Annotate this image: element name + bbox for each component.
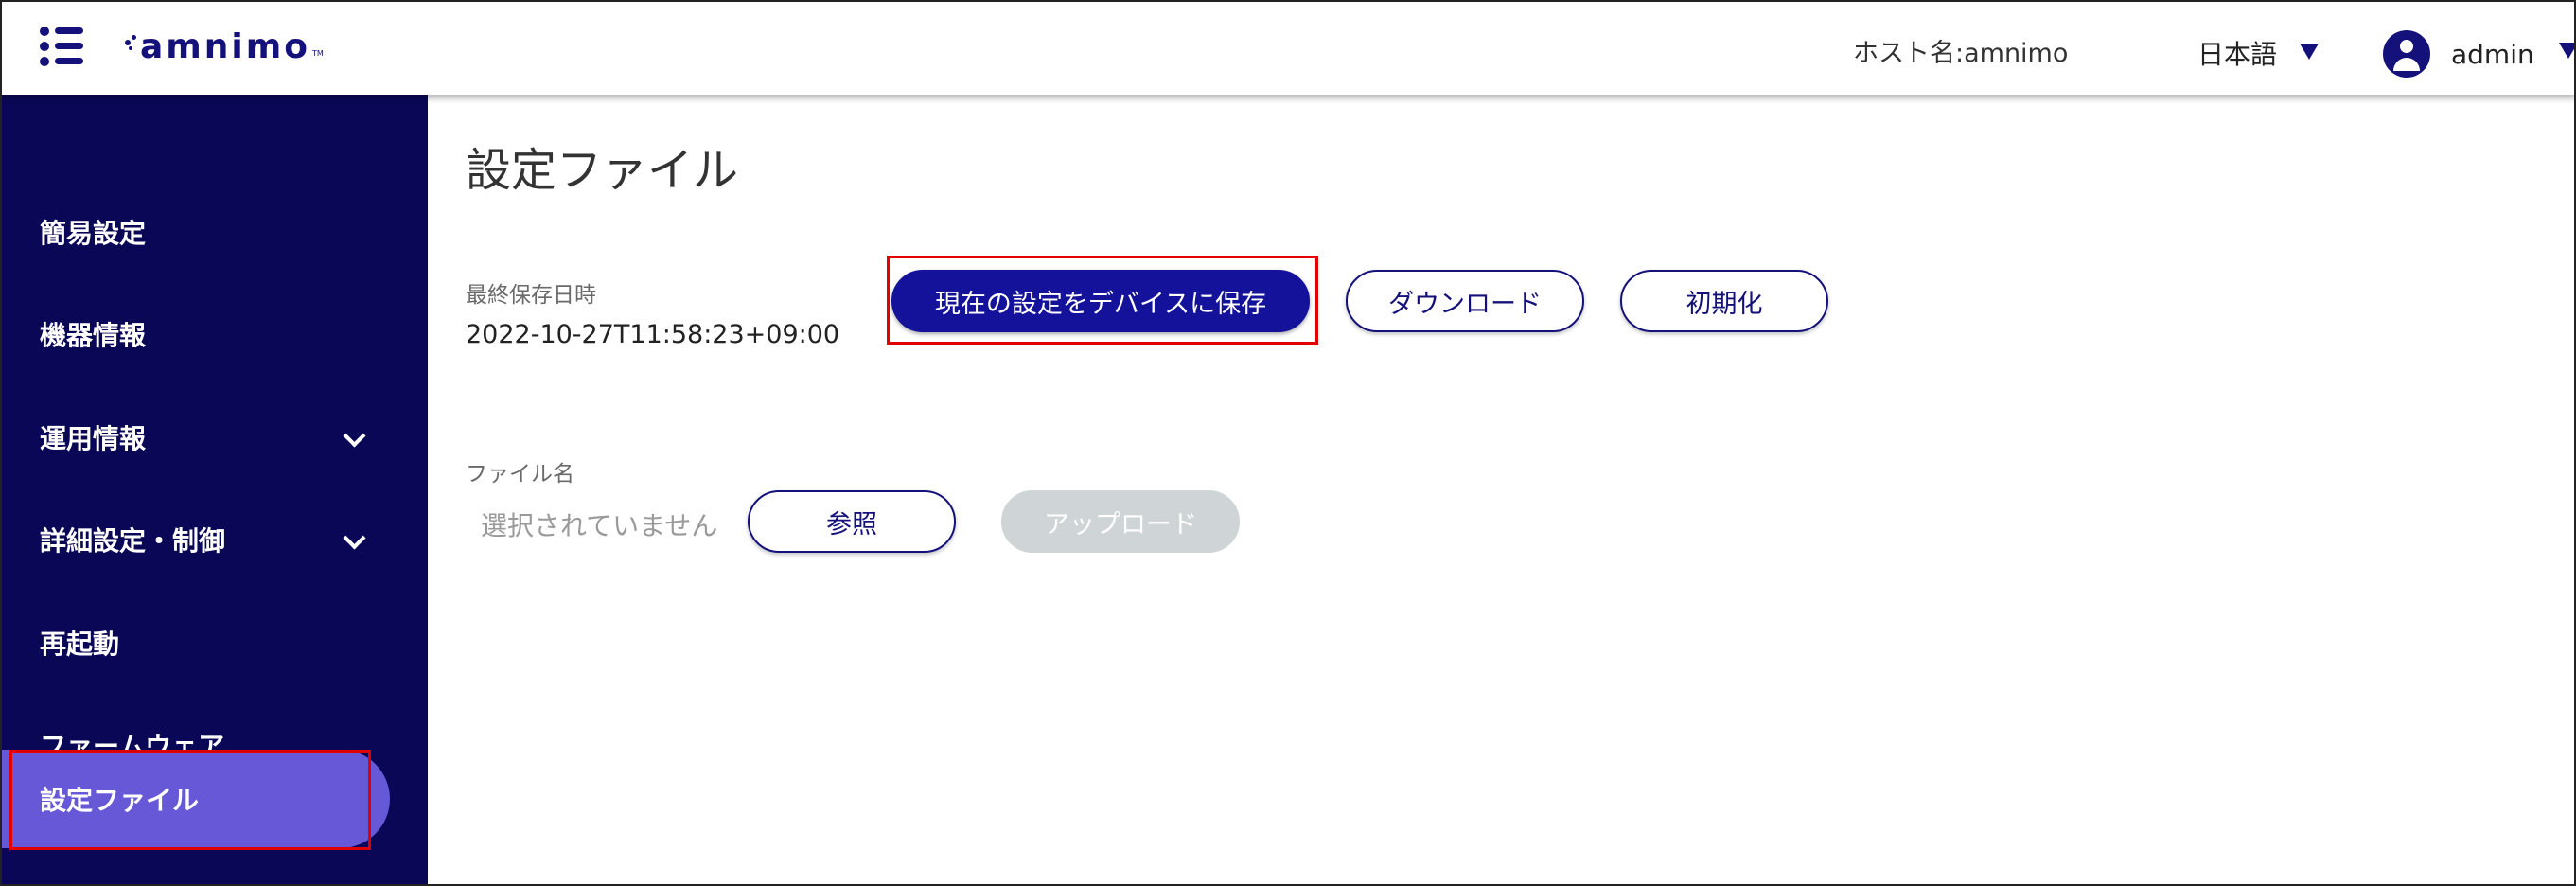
caret-down-icon <box>2300 43 2320 60</box>
sidebar-item-label: 再起動 <box>40 629 120 660</box>
browse-button[interactable]: 参照 <box>748 490 956 553</box>
language-label: 日本語 <box>2197 39 2278 70</box>
logo-text: amnimo <box>140 27 311 66</box>
sidebar-item-label: 設定ファイル <box>40 785 200 816</box>
file-selection-status: 選択されていません <box>481 510 718 541</box>
sidebar-item-label: 簡易設定 <box>40 218 147 249</box>
sidebar-item-label: 機器情報 <box>40 320 147 351</box>
user-name: admin <box>2451 38 2534 70</box>
chevron-down-icon <box>343 424 366 448</box>
language-selector[interactable]: 日本語 <box>2197 34 2320 72</box>
sidebar-item-label: 詳細設定・制御 <box>40 525 226 557</box>
sidebar-nav: 簡易設定 機器情報 運用情報 詳細設定・制御 再起動 ファームウェア 設定ファイ… <box>0 95 428 886</box>
user-menu[interactable]: admin <box>2383 30 2576 78</box>
logo-dots-icon <box>125 32 138 61</box>
save-to-device-button[interactable]: 現在の設定をデバイスに保存 <box>891 270 1310 332</box>
host-name-label: ホスト名:amnimo <box>1853 39 2069 68</box>
chevron-down-icon <box>343 526 366 550</box>
sidebar-item-operation-info[interactable]: 運用情報 <box>0 388 390 487</box>
last-saved-value: 2022-10-27T11:58:23+09:00 <box>466 320 840 349</box>
caret-down-icon <box>2558 42 2576 59</box>
sidebar-item-label: 運用情報 <box>40 423 147 454</box>
top-header: amnimo TM ホスト名:amnimo 日本語 admin <box>0 0 2576 95</box>
amnimo-logo[interactable]: amnimo TM <box>125 23 324 70</box>
hamburger-menu-icon[interactable] <box>38 25 85 68</box>
sidebar-item-config-file[interactable]: 設定ファイル <box>0 750 390 848</box>
last-saved-label: 最終保存日時 <box>466 283 596 308</box>
logo-trademark: TM <box>312 48 324 58</box>
upload-button[interactable]: アップロード <box>1001 490 1240 553</box>
user-avatar-icon <box>2383 30 2430 78</box>
sidebar-item-quick-settings[interactable]: 簡易設定 <box>0 183 390 281</box>
page-title: 設定ファイル <box>466 144 739 197</box>
sidebar-item-reboot[interactable]: 再起動 <box>0 594 390 692</box>
reset-button[interactable]: 初期化 <box>1620 270 1828 332</box>
sidebar-item-advanced-settings[interactable]: 詳細設定・制御 <box>0 490 390 589</box>
download-button[interactable]: ダウンロード <box>1346 270 1584 332</box>
sidebar-item-device-info[interactable]: 機器情報 <box>0 285 390 383</box>
file-name-label: ファイル名 <box>466 462 574 487</box>
